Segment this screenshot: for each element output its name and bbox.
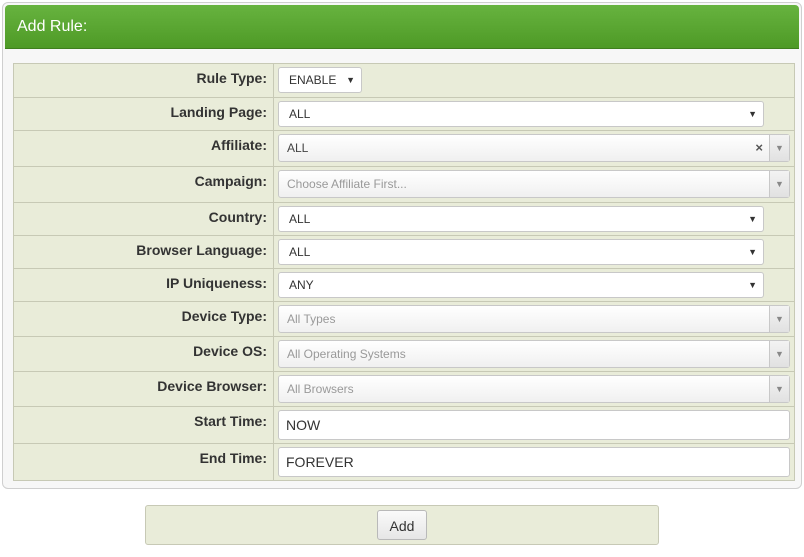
form-row-ip-uniqueness: IP Uniqueness: ANY ▼ [13,268,795,302]
affiliate-label: Affiliate: [13,130,274,167]
country-value: ALL [289,212,311,226]
campaign-label: Campaign: [13,166,274,203]
chevron-down-icon[interactable]: ▼ [769,135,789,161]
device-type-placeholder: All Types [287,312,336,326]
landing-page-value: ALL [289,107,311,121]
device-type-select[interactable]: All Types ▼ [278,305,790,333]
landing-page-label: Landing Page: [13,97,274,131]
rule-type-value: ENABLE [289,73,337,87]
chevron-down-icon[interactable]: ▼ [769,341,789,367]
form-row-country: Country: ALL ▼ [13,202,795,236]
device-os-placeholder: All Operating Systems [287,347,406,361]
form-row-browser-language: Browser Language: ALL ▼ [13,235,795,269]
device-os-label: Device OS: [13,336,274,372]
form-row-device-type: Device Type: All Types ▼ [13,301,795,337]
chevron-down-icon: ▼ [748,280,757,290]
form-row-end-time: End Time: FOREVER [13,443,795,481]
form-row-landing-page: Landing Page: ALL ▼ [13,97,795,131]
ip-uniqueness-select[interactable]: ANY ▼ [278,272,764,298]
device-type-label: Device Type: [13,301,274,337]
campaign-select[interactable]: Choose Affiliate First... ▼ [278,170,790,198]
device-browser-placeholder: All Browsers [287,382,354,396]
chevron-down-icon[interactable]: ▼ [769,306,789,332]
device-browser-label: Device Browser: [13,371,274,407]
rule-form: Rule Type: ENABLE ▼ Landing Page: ALL ▼ … [13,63,795,481]
form-row-rule-type: Rule Type: ENABLE ▼ [13,63,795,98]
start-time-label: Start Time: [13,406,274,444]
chevron-down-icon[interactable]: ▼ [769,376,789,402]
browser-language-label: Browser Language: [13,235,274,269]
landing-page-select[interactable]: ALL ▼ [278,101,764,127]
affiliate-value: ALL [287,141,309,155]
device-browser-select[interactable]: All Browsers ▼ [278,375,790,403]
close-icon[interactable]: × [755,135,763,161]
form-row-device-os: Device OS: All Operating Systems ▼ [13,336,795,372]
end-time-label: End Time: [13,443,274,481]
end-time-input[interactable]: FOREVER [278,447,790,477]
start-time-input[interactable]: NOW [278,410,790,440]
chevron-down-icon: ▼ [748,214,757,224]
device-os-select[interactable]: All Operating Systems ▼ [278,340,790,368]
form-row-affiliate: Affiliate: ALL × ▼ [13,130,795,167]
add-button[interactable]: Add [377,510,427,540]
form-actions: Add [145,505,659,545]
form-row-device-browser: Device Browser: All Browsers ▼ [13,371,795,407]
form-row-campaign: Campaign: Choose Affiliate First... ▼ [13,166,795,203]
ip-uniqueness-label: IP Uniqueness: [13,268,274,302]
chevron-down-icon: ▼ [748,247,757,257]
chevron-down-icon: ▼ [748,109,757,119]
chevron-down-icon: ▼ [346,75,355,85]
country-select[interactable]: ALL ▼ [278,206,764,232]
campaign-placeholder: Choose Affiliate First... [287,177,407,191]
browser-language-value: ALL [289,245,311,259]
add-rule-panel: Add Rule: Rule Type: ENABLE ▼ Landing Pa… [2,2,802,489]
country-label: Country: [13,202,274,236]
rule-type-label: Rule Type: [13,63,274,98]
affiliate-select[interactable]: ALL × ▼ [278,134,790,162]
form-row-start-time: Start Time: NOW [13,406,795,444]
rule-type-select[interactable]: ENABLE ▼ [278,67,362,93]
browser-language-select[interactable]: ALL ▼ [278,239,764,265]
ip-uniqueness-value: ANY [289,278,314,292]
panel-title: Add Rule: [5,5,799,49]
chevron-down-icon[interactable]: ▼ [769,171,789,197]
